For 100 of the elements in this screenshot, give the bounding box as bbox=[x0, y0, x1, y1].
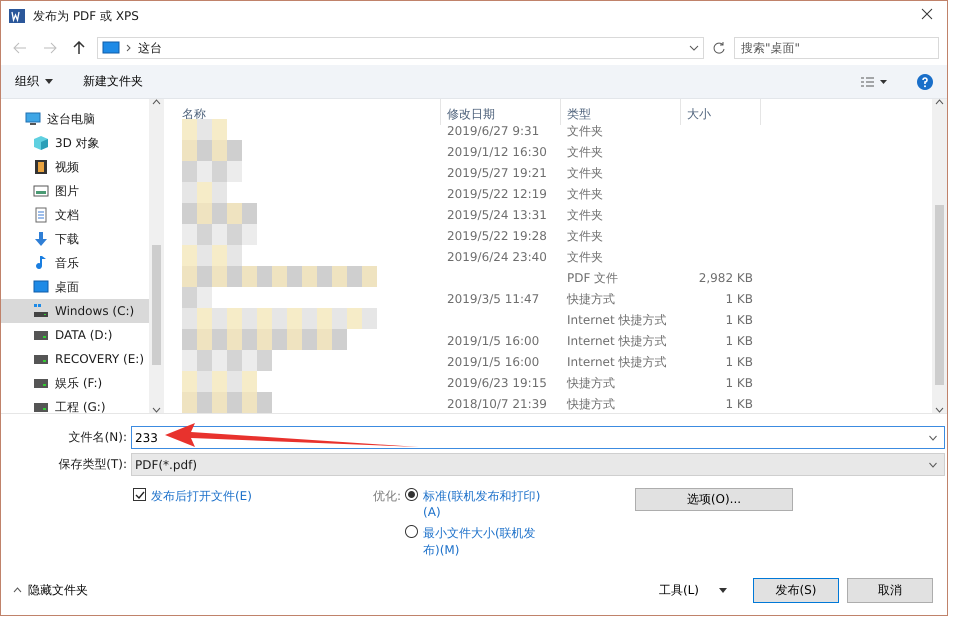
filetype-label: 保存类型(T): bbox=[57, 456, 127, 473]
date-cell-text: 2019/5/24 13:31 bbox=[446, 208, 548, 222]
sidebar-item[interactable]: 图片 bbox=[1, 179, 149, 203]
options-button[interactable]: 选项(O)... bbox=[635, 488, 793, 511]
sidebar-item[interactable]: 3D 对象 bbox=[1, 131, 149, 155]
new-folder-button[interactable]: 新建文件夹 bbox=[83, 73, 143, 90]
scroll-up-icon[interactable] bbox=[935, 99, 944, 105]
refresh-icon[interactable] bbox=[712, 41, 726, 55]
scroll-down-icon[interactable] bbox=[935, 407, 944, 413]
sidebar-item[interactable]: 这台电脑 bbox=[1, 107, 149, 131]
date-cell-text: 2019/3/5 11:47 bbox=[446, 292, 540, 306]
date-cell-text: 2019/6/23 19:15 bbox=[446, 376, 548, 390]
open-after-label[interactable]: 发布后打开文件(E) bbox=[151, 488, 252, 505]
scrollbar-thumb[interactable] bbox=[152, 245, 161, 365]
date-cell-text: 2019/5/22 12:19 bbox=[446, 187, 548, 201]
window-title: 发布为 PDF 或 XPS bbox=[33, 8, 140, 24]
column-header[interactable]: 类型 bbox=[561, 99, 681, 125]
type-cell-text: 文件夹 bbox=[566, 164, 604, 182]
caret-icon bbox=[719, 588, 727, 592]
sidebar-item[interactable]: Windows (C:) bbox=[1, 299, 149, 323]
help-icon[interactable] bbox=[917, 74, 933, 90]
date-cell-text: 2019/1/12 16:30 bbox=[446, 145, 548, 159]
sidebar-item[interactable]: 下载 bbox=[1, 227, 149, 251]
date-cell-text: 2019/6/27 9:31 bbox=[446, 124, 540, 138]
cube-icon bbox=[33, 135, 49, 151]
cancel-button[interactable]: 取消 bbox=[847, 578, 933, 602]
radio-button[interactable] bbox=[405, 488, 418, 501]
dropdown-icon[interactable] bbox=[928, 434, 938, 440]
sidebar-item[interactable]: 文档 bbox=[1, 203, 149, 227]
sidebar-item[interactable]: 音乐 bbox=[1, 251, 149, 275]
scrollbar[interactable] bbox=[932, 99, 947, 413]
word-app-icon bbox=[9, 8, 25, 24]
chevron-up-icon[interactable] bbox=[13, 587, 22, 593]
size-cell-text: 1 KB bbox=[724, 355, 754, 369]
type-cell-text: 文件夹 bbox=[566, 248, 604, 266]
date-cell-text: 2019/5/27 19:21 bbox=[446, 166, 548, 180]
address-crumb[interactable]: 这台 bbox=[138, 40, 162, 56]
type-cell-text: 文件夹 bbox=[566, 186, 604, 202]
size-cell-text: 2,982 KB bbox=[698, 271, 754, 285]
scroll-up-icon[interactable] bbox=[152, 99, 161, 105]
sysdrive-icon bbox=[33, 303, 49, 319]
type-cell-text: 快捷方式 bbox=[566, 290, 616, 308]
caret-icon bbox=[45, 79, 53, 84]
size-cell-text: 1 KB bbox=[724, 397, 754, 411]
type-cell-text: PDF 文件 bbox=[566, 270, 620, 286]
size-cell-text: 1 KB bbox=[724, 376, 754, 390]
dropdown-icon bbox=[689, 45, 699, 51]
type-cell-text: 文件夹 bbox=[566, 228, 604, 244]
type-cell-text: 快捷方式 bbox=[566, 374, 616, 392]
chevron-icon bbox=[126, 44, 132, 52]
publish-button[interactable]: 发布(S) bbox=[753, 578, 839, 602]
desktop-icon bbox=[33, 279, 49, 295]
optimize-option-label[interactable]: 最小文件大小(联机发布)(M) bbox=[423, 525, 546, 559]
blurred-name bbox=[182, 161, 242, 182]
scrollbar-thumb[interactable] bbox=[935, 205, 944, 385]
type-cell-text: 文件夹 bbox=[566, 144, 604, 160]
type-cell-text: 快捷方式 bbox=[566, 396, 616, 412]
sidebar-item[interactable]: 工程 (G:) bbox=[1, 395, 149, 413]
column-header[interactable]: 修改日期 bbox=[441, 99, 561, 125]
filename-label: 文件名(N): bbox=[68, 429, 127, 446]
size-cell-text: 1 KB bbox=[724, 313, 754, 327]
sidebar-item[interactable]: RECOVERY (E:) bbox=[1, 347, 149, 371]
type-cell-text: Internet 快捷方式 bbox=[566, 332, 668, 350]
sidebar-item[interactable]: DATA (D:) bbox=[1, 323, 149, 347]
scroll-down-icon[interactable] bbox=[152, 407, 161, 413]
image-icon bbox=[33, 183, 49, 199]
size-cell-text: 1 KB bbox=[724, 292, 754, 306]
column-header[interactable]: 大小 bbox=[681, 99, 761, 125]
address-bar[interactable]: 这台 bbox=[97, 37, 704, 59]
doc-icon bbox=[33, 207, 49, 223]
film-icon bbox=[33, 159, 49, 175]
download-icon bbox=[33, 231, 49, 247]
view-options-icon[interactable] bbox=[861, 76, 887, 88]
blurred-name bbox=[182, 140, 242, 161]
optimize-label: 优化: bbox=[373, 488, 402, 505]
type-cell-text: 文件夹 bbox=[566, 206, 604, 224]
optimize-option-label[interactable]: 标准(联机发布和打印)(A) bbox=[423, 488, 546, 519]
type-cell-text: Internet 快捷方式 bbox=[566, 312, 668, 328]
pc-icon bbox=[25, 111, 41, 127]
tools-button[interactable]: 工具(L) bbox=[658, 582, 727, 598]
size-cell-text: 1 KB bbox=[724, 334, 754, 348]
blurred-name bbox=[182, 119, 227, 140]
close-icon bbox=[921, 8, 933, 20]
sidebar-item[interactable]: 娱乐 (F:) bbox=[1, 371, 149, 395]
search-field[interactable]: 搜索"桌面" bbox=[734, 37, 939, 59]
checkbox[interactable] bbox=[133, 488, 146, 501]
date-cell-text: 2019/6/24 23:40 bbox=[446, 250, 548, 264]
date-cell-text: 2018/10/7 21:39 bbox=[446, 397, 548, 411]
date-cell-text: 2019/1/5 16:00 bbox=[446, 334, 540, 348]
dropdown-icon[interactable] bbox=[928, 462, 938, 468]
hide-folders-button[interactable]: 隐藏文件夹 bbox=[13, 582, 88, 598]
sidebar-item[interactable]: 桌面 bbox=[1, 275, 149, 299]
date-cell-text: 2019/1/5 16:00 bbox=[446, 355, 540, 369]
scrollbar[interactable] bbox=[149, 99, 164, 413]
radio-button[interactable] bbox=[405, 525, 418, 538]
sidebar-item[interactable]: 视频 bbox=[1, 155, 149, 179]
type-cell-text: Internet 快捷方式 bbox=[566, 354, 668, 370]
filetype-dropdown[interactable]: PDF(*.pdf) bbox=[131, 453, 945, 476]
desktop-icon bbox=[102, 41, 120, 55]
organize-button[interactable]: 组织 bbox=[15, 73, 53, 90]
